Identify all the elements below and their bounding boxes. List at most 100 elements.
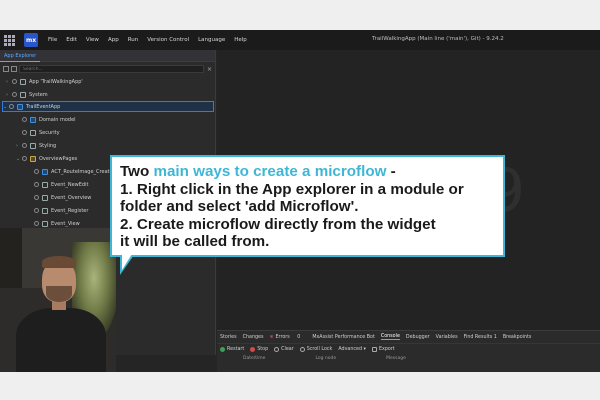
tab-changes[interactable]: Changes — [243, 335, 264, 340]
status-circle-icon — [22, 117, 27, 122]
app-explorer-tab-bar: App Explorer — [0, 50, 215, 62]
tab-debugger[interactable]: Debugger — [406, 335, 430, 340]
tree-item-label: ACT_RouteImage_Create — [51, 168, 113, 175]
tab-variables[interactable]: Variables — [436, 335, 458, 340]
restart-label: Restart — [227, 346, 245, 352]
tree-item-label: Security — [39, 129, 60, 136]
tree-item-security[interactable]: Security — [22, 127, 60, 138]
scroll-lock-label: Scroll Lock — [306, 346, 333, 352]
callout-line-2: 1. Right click in the App explorer in a … — [120, 180, 464, 198]
tab-find-results[interactable]: Find Results 1 — [464, 335, 497, 340]
menu-run[interactable]: Run — [128, 37, 139, 43]
tree-item-domain-model[interactable]: Domain model — [22, 114, 76, 125]
expand-icon[interactable] — [11, 66, 17, 72]
clear-button[interactable]: Clear — [274, 346, 294, 352]
tab-errors[interactable]: ⊗ Errors 0 — [270, 335, 307, 340]
explorer-search-bar: × — [0, 63, 215, 75]
tab-app-explorer[interactable]: App Explorer — [0, 50, 41, 62]
mendix-logo: mx — [24, 33, 38, 47]
tree-item-system[interactable]: › System — [6, 89, 48, 100]
console-column-header: Date/time Log node Message — [217, 354, 600, 363]
tree-item-event-register[interactable]: Event_Register — [34, 205, 88, 216]
restart-button[interactable]: Restart — [220, 346, 245, 352]
tree-item-styling[interactable]: › Styling — [16, 140, 56, 151]
error-icon: ⊗ — [269, 334, 274, 340]
explorer-search-input[interactable] — [19, 65, 204, 73]
tree-item-traileventapp[interactable]: ⌄ TrailEventApp — [2, 101, 214, 112]
tree-item-label: App 'TrailWalkingApp' — [29, 78, 83, 85]
bottom-dock-panel: Stories Changes ⊗ Errors 0 MxAssist Perfo… — [217, 330, 600, 372]
page-icon — [42, 194, 48, 201]
console-toolbar: Restart Stop Clear Scroll Lock Advanced … — [217, 343, 600, 354]
module-icon — [17, 103, 23, 110]
main-menu: File Edit View App Run Version Control L… — [48, 37, 256, 43]
callout-prefix: Two — [120, 163, 154, 180]
column-log-node[interactable]: Log node — [315, 356, 336, 361]
app-icon — [20, 78, 26, 85]
status-circle-icon — [22, 143, 27, 148]
status-circle-icon — [34, 195, 39, 200]
presenter-hair — [42, 256, 76, 268]
status-circle-icon — [34, 208, 39, 213]
clear-icon — [274, 346, 280, 352]
styling-icon — [30, 142, 36, 149]
error-count-badge: 0 — [297, 334, 301, 340]
presenter-webcam — [0, 228, 116, 372]
stop-label: Stop — [257, 346, 269, 352]
tab-stories[interactable]: Stories — [220, 335, 237, 340]
tree-item-event-overview[interactable]: Event_Overview — [34, 192, 91, 203]
menu-app[interactable]: App — [108, 37, 119, 43]
callout-line-1: Two main ways to create a microflow - — [120, 163, 495, 181]
clear-search-icon[interactable]: × — [207, 66, 212, 73]
status-circle-icon — [12, 92, 17, 97]
menu-version-control[interactable]: Version Control — [147, 37, 189, 43]
stop-icon — [250, 346, 256, 352]
security-icon — [30, 129, 36, 136]
scroll-lock-button[interactable]: Scroll Lock — [299, 346, 333, 352]
tree-item-act-routeimage-create[interactable]: ACT_RouteImage_Create — [34, 166, 113, 177]
menu-file[interactable]: File — [48, 37, 57, 43]
microflow-icon — [42, 168, 48, 175]
tab-mxassist-performance-bot[interactable]: MxAssist Performance Bot — [312, 335, 375, 340]
callout-highlight: main ways to create a microflow — [153, 163, 387, 180]
status-circle-icon — [34, 182, 39, 187]
presenter-shirt — [16, 308, 106, 372]
tab-console[interactable]: Console — [380, 334, 400, 340]
stop-button[interactable]: Stop — [250, 346, 269, 352]
menu-view[interactable]: View — [86, 37, 99, 43]
screen-recording-frame: mx File Edit View App Run Version Contro… — [0, 30, 600, 372]
page-icon — [42, 207, 48, 214]
export-icon — [371, 346, 377, 352]
restart-icon — [220, 346, 225, 352]
app-grid-icon[interactable] — [4, 33, 18, 47]
menu-language[interactable]: Language — [198, 37, 225, 43]
tree-item-event-newedit[interactable]: Event_NewEdit — [34, 179, 88, 190]
webcam-shelf — [0, 228, 22, 288]
menu-edit[interactable]: Edit — [66, 37, 77, 43]
page-icon — [42, 220, 48, 227]
status-circle-icon — [22, 130, 27, 135]
tab-breakpoints[interactable]: Breakpoints — [503, 335, 532, 340]
tree-item-label: TrailEventApp — [26, 103, 61, 110]
callout-suffix: - — [386, 163, 396, 180]
collapse-all-icon[interactable] — [3, 66, 9, 72]
tree-item-label: System — [29, 91, 48, 98]
column-message[interactable]: Message — [386, 356, 406, 361]
status-circle-icon — [22, 156, 27, 161]
tree-item-label: Styling — [39, 142, 57, 149]
tree-item-label: Event_Overview — [51, 194, 92, 201]
status-circle-icon — [12, 79, 17, 84]
advanced-dropdown[interactable]: Advanced ▾ — [338, 347, 366, 352]
tree-item-label: Event_Register — [51, 207, 89, 214]
tree-item-label: Event_View — [51, 220, 80, 227]
export-button[interactable]: Export — [371, 346, 395, 352]
menu-help[interactable]: Help — [234, 37, 247, 43]
column-datetime[interactable]: Date/time — [243, 356, 265, 361]
tree-item-overviewpages[interactable]: ⌄ OverviewPages — [16, 153, 77, 164]
callout-tail-fill — [122, 254, 132, 270]
tree-item-label: OverviewPages — [39, 155, 78, 162]
status-circle-icon — [34, 221, 39, 226]
export-label: Export — [378, 346, 395, 352]
tree-item-app[interactable]: › App 'TrailWalkingApp' — [6, 76, 83, 87]
clear-label: Clear — [281, 346, 294, 352]
